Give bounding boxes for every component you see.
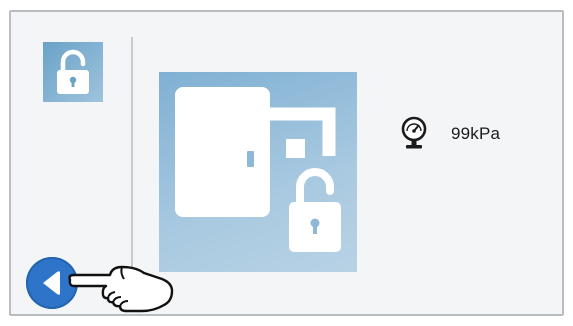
pressure-gauge-icon — [401, 116, 427, 149]
pointing-hand-icon — [68, 265, 174, 313]
pressure-readout: 99kPa — [399, 114, 500, 154]
door-unlocked-illustration — [159, 72, 357, 272]
pressure-value: 99kPa — [451, 124, 501, 143]
unlocked-padlock-icon — [57, 49, 89, 94]
vertical-divider — [131, 37, 133, 277]
lock-status-tile — [43, 42, 103, 102]
door-unlocked-icon — [175, 87, 341, 252]
touch-screen: 99kPa — [9, 10, 564, 316]
